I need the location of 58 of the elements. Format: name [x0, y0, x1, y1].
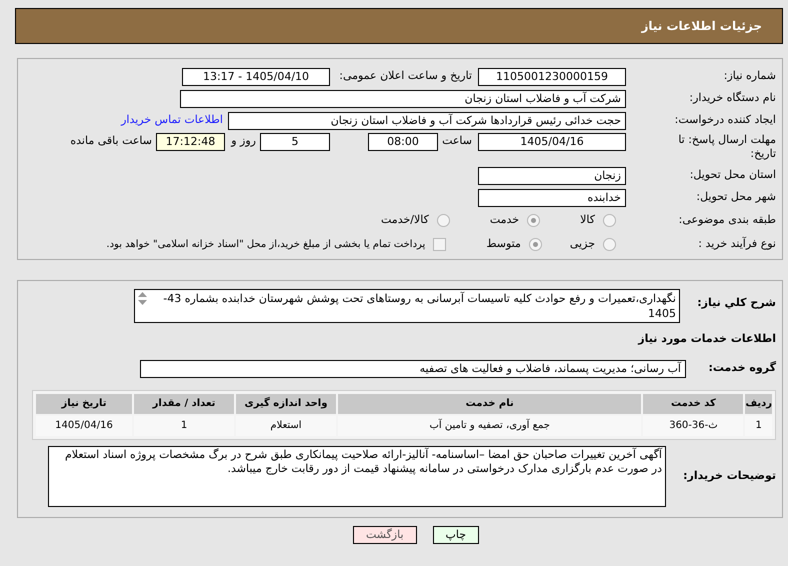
field-label: ایجاد کننده درخواست: [674, 112, 776, 128]
field-label: ساعت باقی مانده [70, 133, 153, 149]
field-label: شرح کلي نیاز: [696, 295, 776, 311]
field-label: نام دستگاه خریدار: [688, 90, 776, 106]
table-cell: جمع آوری، تصفیه و تامین آب [338, 416, 642, 436]
table-cell: ث-36-360 [643, 416, 744, 436]
description-textarea[interactable]: نگهداری،تعمیرات و رفع حوادث کلیه تاسیسات آبرسانی به روستاهای تحت پوشش شهرستان خدابنده بشماره 43-1405 [134, 289, 680, 323]
field-label: گروه خدمت: [707, 360, 776, 376]
page-title: جزئیات اطلاعات نیاز [641, 18, 762, 35]
table-cell: استعلام [236, 416, 336, 436]
radio-label: خدمت [490, 212, 520, 228]
column-header: تعداد / مقدار [134, 394, 234, 414]
checkbox[interactable] [433, 238, 446, 251]
field-label: نوع فرآیند خرید : [697, 236, 776, 252]
field-label: شماره نیاز: [722, 68, 776, 84]
field-label: روز و [230, 133, 257, 149]
field-label: توضیحات خریدار: [682, 468, 776, 484]
print-button[interactable]: چاپ [432, 526, 480, 544]
buyer-notes-textarea[interactable]: آگهی آخرین تغییرات صاحبان حق امضا –اساسنامه- آنالیز-ارائه صلاحیت پیمانکاری طبق شرح در برگ مشخصات پروژه اسناد استعلام در صورت عدم بارگزاری مدارک درخواستی در سامانه پیشنهاد قیمت از دور رقابت خارج میباشد. [48, 446, 666, 506]
table-cell: 1 [745, 416, 772, 436]
text-field[interactable]: 1405/04/10 - 13:17 [182, 68, 330, 86]
column-header: تاریخ نیاز [36, 394, 132, 414]
radio-button[interactable] [603, 214, 616, 227]
radio-button[interactable] [436, 214, 450, 227]
radio-button[interactable] [527, 214, 540, 227]
text-field[interactable]: زنجان [478, 166, 626, 184]
buyer-contact-link[interactable]: اطلاعات تماس خریدار [121, 112, 223, 129]
field-label: مهلت ارسال پاسخ: تا تاریخ: [677, 133, 776, 161]
column-header: کد خدمت [643, 394, 744, 414]
column-header: واحد اندازه گیری [236, 394, 336, 414]
text-field[interactable]: 1105001230000159 [478, 68, 626, 86]
text-field[interactable]: خدابنده [478, 188, 626, 206]
text-field[interactable]: حجت خدائی رئیس قراردادها شرکت آب و فاضلاب استان زنجان [228, 112, 626, 130]
radio-label: متوسط [486, 236, 521, 252]
radio-button[interactable] [528, 238, 542, 251]
table-cell: 1405/04/16 [36, 416, 132, 436]
radio-label: کالا [580, 212, 595, 228]
column-header: ردیف [745, 394, 772, 414]
table-cell: 1 [134, 416, 234, 436]
checkbox-label: پرداخت تمام یا بخشی از مبلغ خرید،از محل "اسناد خزانه اسلامی" خواهد بود. [106, 238, 426, 252]
section-title: اطلاعات خدمات مورد نیاز [636, 331, 776, 347]
radio-button[interactable] [603, 238, 616, 251]
field-label: شهر محل تحویل: [695, 189, 776, 206]
text-field[interactable]: 17:12:48 [156, 133, 225, 151]
text-field[interactable]: 08:00 [368, 133, 438, 151]
text-field[interactable]: آب رسانی؛ مدیریت پسماند، فاضلاب و فعالیت های تصفیه [140, 360, 686, 378]
text-field[interactable]: 1405/04/16 [478, 133, 626, 151]
scroll-arrows-icon [138, 292, 147, 305]
back-button[interactable]: بازگشت [352, 526, 417, 544]
field-label: ساعت [441, 133, 473, 149]
column-header: نام خدمت [338, 394, 642, 414]
field-label: طبقه بندی موضوعی: [678, 212, 776, 228]
text-field[interactable]: 5 [260, 133, 330, 151]
text-field[interactable]: شرکت آب و فاضلاب استان زنجان [180, 90, 626, 108]
radio-label: جزیی [570, 236, 595, 252]
field-label: تاریخ و ساعت اعلان عمومی: [338, 68, 473, 84]
field-label: استان محل تحویل: [688, 167, 776, 184]
radio-label: کالا/خدمت [381, 212, 429, 228]
